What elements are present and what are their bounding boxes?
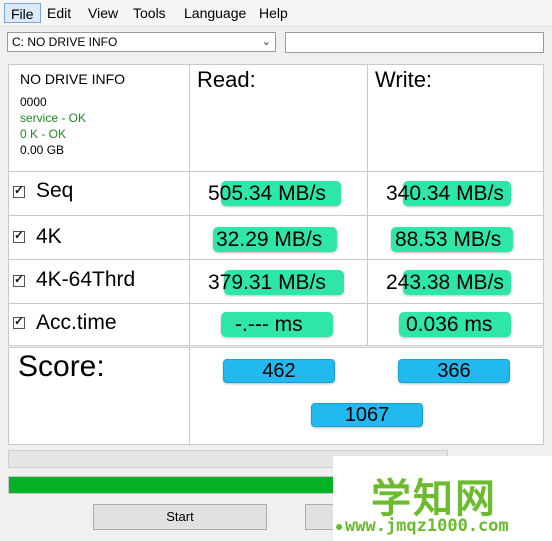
write-header: Write: [375,67,433,92]
seq-write-value: 340.34 MB/s [386,182,504,205]
acc-time-checkbox[interactable] [13,314,25,329]
4k-checkbox[interactable] [13,228,25,243]
drive-info-size: 0.00 GB [20,143,65,157]
watermark: 学知网 ● www.jmqz1000.com [333,456,552,541]
acc-time-write-value: 0.036 ms [406,313,493,336]
4k-64thrd-checkbox[interactable] [13,272,25,287]
write-score: 366 [398,359,510,383]
results-grid: NO DRIVE INFO 0000 service - OK 0 K - OK… [8,64,544,346]
4k-write-value: 88.53 MB/s [395,228,502,251]
grid-divider [9,303,543,304]
drive-info-title: NO DRIVE INFO [20,71,126,87]
grid-divider [9,259,543,260]
menu-file[interactable]: File [4,3,41,23]
test-label-4k: 4K [36,225,62,248]
drive-info-alignment: 0 K - OK [20,127,67,141]
menu-help[interactable]: Help [253,3,294,23]
watermark-url: www.jmqz1000.com [345,516,509,536]
drive-text-field[interactable] [285,32,544,53]
grid-divider [9,215,543,216]
4k-64thrd-read-value: 379.31 MB/s [208,271,326,294]
grid-divider [9,171,543,172]
seq-read-value: 505.34 MB/s [208,182,326,205]
menu-language[interactable]: Language [178,3,252,23]
read-header: Read: [197,67,256,92]
drive-select[interactable]: C: NO DRIVE INFO ⌄ [7,32,276,52]
menu-tools[interactable]: Tools [127,3,172,23]
drive-info-service: service - OK [20,111,87,125]
test-label-acc-time: Acc.time [36,311,117,334]
4k-64thrd-write-value: 243.38 MB/s [386,271,504,294]
grid-divider [189,348,190,444]
total-score: 1067 [311,403,423,427]
dot-icon: ● [335,518,344,534]
score-panel: Score: 462 366 1067 [8,347,544,445]
menu-bar: File Edit View Tools Language Help [0,0,552,27]
drive-select-value: C: NO DRIVE INFO [12,35,118,49]
chevron-down-icon[interactable]: ⌄ [262,33,271,51]
acc-time-read-value: -.--- ms [235,313,303,336]
test-label-4k-64thrd: 4K-64Thrd [36,268,136,291]
score-label: Score: [18,350,105,383]
menu-edit[interactable]: Edit [41,3,77,23]
start-button[interactable]: Start [93,504,267,530]
menu-view[interactable]: View [82,3,124,23]
drive-info-id: 0000 [20,95,47,109]
read-score: 462 [223,359,335,383]
test-label-seq: Seq [36,179,74,202]
4k-read-value: 32.29 MB/s [216,228,323,251]
seq-checkbox[interactable] [13,183,25,198]
